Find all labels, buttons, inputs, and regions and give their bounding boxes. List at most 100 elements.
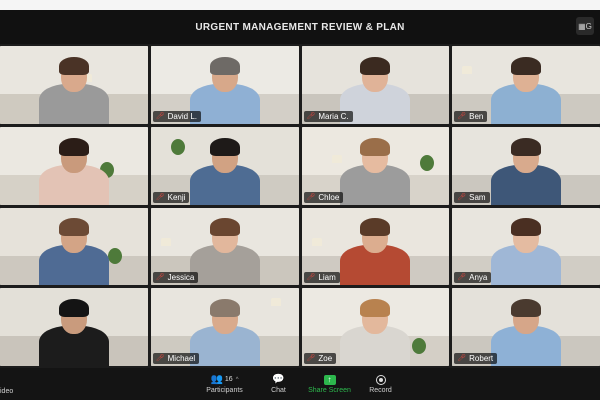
participant-name: Anya [469,273,488,283]
view-button-label: G [585,21,592,31]
mic-muted-icon: 🎤︎ [457,355,467,362]
chat-button[interactable]: 💬 Chat [256,369,302,399]
participant-name-tag: 🎤︎ Ben [454,110,488,122]
participant-name: Robert [469,354,494,363]
video-control[interactable]: ideo [0,368,13,400]
participant-name-tag: 🎤︎ Liam [303,272,340,284]
share-screen-label: Share Screen [308,386,351,394]
record-label: Record [369,386,392,394]
participant-name-tag: 🎤︎ Robert [454,353,498,364]
participant-name-tag: 🎤︎ Maria C. [303,110,353,122]
lamp-decor [462,66,473,74]
participant-hair [360,299,391,318]
participant-name: Zoe [318,354,333,363]
os-top-strip [0,0,600,10]
chat-label: Chat [271,386,286,394]
participant-hair [209,56,240,75]
participant-name: Sam [469,192,486,202]
plant-decor [419,154,434,171]
participant-tile[interactable]: 🎤︎ Jessica [150,207,299,286]
mic-muted-icon: 🎤︎ [457,193,467,201]
participant-tile[interactable]: 🎤︎ Anya [452,207,600,286]
meeting-title-bar: URGENT MANAGEMENT REVIEW & PLAN ▦ G [0,10,600,44]
mic-muted-icon: 🎤︎ [306,355,316,362]
mic-muted-icon: 🎤︎ [155,274,165,282]
participant-name-tag: 🎤︎ Jessica [152,272,199,284]
record-icon [375,374,386,385]
mic-muted-icon: 🎤︎ [306,193,316,201]
participant-name-tag: 🎤︎ Sam [454,191,490,203]
participant-tile[interactable]: 🎤︎ Kenji [150,126,299,205]
participant-tile[interactable]: 🎤︎ Robert [452,288,600,366]
participant-name: Jessica [167,273,195,283]
participant-name-tag: 🎤︎ Zoe [303,353,337,364]
participant-hair [511,56,542,75]
meeting-title: URGENT MANAGEMENT REVIEW & PLAN [195,21,405,33]
participant-name: David L. [167,111,197,121]
participant-hair [360,56,391,75]
participant-hair [511,218,542,237]
plant-decor [411,338,426,355]
participant-tile[interactable]: 🎤︎ Ben [452,46,600,124]
participant-hair [58,137,89,156]
lamp-decor [331,154,342,163]
participant-name: Maria C. [318,111,349,121]
participant-tile[interactable] [0,288,148,366]
gallery-view-button[interactable]: ▦ G [576,17,594,35]
participant-hair [209,299,240,318]
lamp-decor [160,237,171,246]
mic-muted-icon: 🎤︎ [457,274,467,282]
participant-tile[interactable] [0,126,148,205]
record-button[interactable]: Record [358,369,404,399]
lamp-decor [270,298,281,307]
participant-tile[interactable] [0,46,148,124]
chevron-up-icon[interactable]: ^ [236,377,239,383]
meeting-controls-bar: ideo 👥 16 ^ Participants 💬 Chat ↑ Share … [0,368,600,400]
participant-hair [511,137,542,156]
participant-hair [511,299,542,318]
participants-icon: 👥 [210,373,223,385]
grid-icon: ▦ [578,21,586,31]
participant-hair [360,137,391,156]
mic-muted-icon: 🎤︎ [155,193,165,201]
video-gallery-grid: 🎤︎ David L. 🎤︎ Maria C. 🎤︎ Ben 🎤︎ Kenji 🎤︎ Chloe 🎤… [0,44,600,368]
participant-tile[interactable]: 🎤︎ Sam [452,126,600,205]
participant-name-tag: 🎤︎ Anya [454,272,492,284]
participant-name: Liam [318,273,336,283]
participant-tile[interactable] [0,207,148,286]
chat-icon: 💬 [272,373,285,385]
participant-tile[interactable]: 🎤︎ Zoe [301,288,450,366]
participant-name-tag: 🎤︎ Michael [152,353,200,364]
participant-name: Michael [167,354,196,363]
participant-tile[interactable]: 🎤︎ Michael [150,288,299,366]
mic-muted-icon: 🎤︎ [155,355,165,362]
participant-hair [209,218,240,237]
participant-hair [58,218,89,237]
mic-muted-icon: 🎤︎ [306,274,316,282]
plant-decor [108,247,122,264]
mic-muted-icon: 🎤︎ [155,112,165,120]
participant-name-tag: 🎤︎ David L. [152,110,201,122]
participant-name: Ben [469,111,484,121]
participants-button[interactable]: 👥 16 ^ Participants [197,369,253,399]
participant-hair [360,218,391,237]
participant-name-tag: 🎤︎ Kenji [152,191,190,203]
participant-tile[interactable]: 🎤︎ Maria C. [301,46,450,124]
lamp-decor [311,237,322,246]
participant-name: Kenji [167,192,186,202]
share-screen-button[interactable]: ↑ Share Screen [302,369,358,399]
participant-hair [58,56,89,75]
share-screen-icon: ↑ [323,374,336,385]
participant-name-tag: 🎤︎ Chloe [303,191,344,203]
mic-muted-icon: 🎤︎ [457,112,467,120]
video-label: ideo [0,387,14,395]
participant-hair [209,137,240,156]
participant-name: Chloe [318,192,340,202]
participant-tile[interactable]: 🎤︎ Chloe [301,126,450,205]
participant-hair [58,299,89,318]
participants-count: 16 [224,376,233,383]
mic-muted-icon: 🎤︎ [306,112,316,120]
participant-tile[interactable]: 🎤︎ Liam [301,207,450,286]
participants-label: Participants [206,386,243,394]
participant-tile[interactable]: 🎤︎ David L. [150,46,299,124]
